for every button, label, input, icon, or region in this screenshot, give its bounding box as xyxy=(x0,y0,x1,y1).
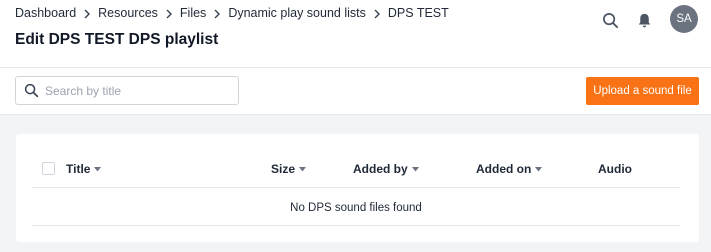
chevron-right-icon xyxy=(158,6,180,21)
column-header-label: Added by xyxy=(353,162,408,176)
select-all-checkbox[interactable] xyxy=(42,162,55,175)
sort-caret-icon xyxy=(411,166,419,171)
search-box xyxy=(15,76,239,105)
column-header-title[interactable]: Title xyxy=(66,162,102,176)
breadcrumb-item-resources[interactable]: Resources xyxy=(98,6,158,20)
page-header: Dashboard Resources Files Dynamic play s… xyxy=(0,0,711,68)
breadcrumb-item-dynamic-play-sound-lists[interactable]: Dynamic play sound lists xyxy=(228,6,366,20)
sort-caret-icon xyxy=(299,166,307,171)
column-header-added-on[interactable]: Added on xyxy=(476,162,543,176)
empty-state-message: No DPS sound files found xyxy=(290,202,422,214)
column-header-size[interactable]: Size xyxy=(271,162,307,176)
search-icon[interactable] xyxy=(600,10,620,30)
column-header-label: Size xyxy=(271,162,296,176)
column-header-label: Added on xyxy=(476,162,532,176)
column-header-audio: Audio xyxy=(598,162,632,176)
breadcrumb-item-files[interactable]: Files xyxy=(180,6,206,20)
avatar[interactable]: SA xyxy=(670,5,698,33)
table-empty-row: No DPS sound files found xyxy=(32,188,680,226)
search-input[interactable] xyxy=(45,83,225,98)
column-header-label: Audio xyxy=(598,162,632,176)
breadcrumb-item-current: DPS TEST xyxy=(387,6,449,20)
chevron-right-icon xyxy=(206,6,228,21)
sort-caret-icon xyxy=(94,166,102,171)
playlist-table-card: Title Size Added by Added on Audio No DP… xyxy=(16,134,699,242)
column-header-added-by[interactable]: Added by xyxy=(353,162,419,176)
upload-sound-file-button[interactable]: Upload a sound file xyxy=(586,77,699,105)
page-title: Edit DPS TEST DPS playlist xyxy=(15,31,219,48)
search-icon xyxy=(24,83,39,98)
chevron-right-icon xyxy=(366,6,388,21)
column-header-label: Title xyxy=(66,162,91,176)
chevron-right-icon xyxy=(76,6,98,21)
table-header-row: Title Size Added by Added on Audio xyxy=(32,149,680,188)
sort-caret-icon xyxy=(535,166,543,171)
breadcrumb: Dashboard Resources Files Dynamic play s… xyxy=(15,5,449,21)
breadcrumb-item-dashboard[interactable]: Dashboard xyxy=(15,6,76,20)
toolbar: Upload a sound file xyxy=(0,68,711,115)
bell-icon[interactable] xyxy=(634,10,654,30)
